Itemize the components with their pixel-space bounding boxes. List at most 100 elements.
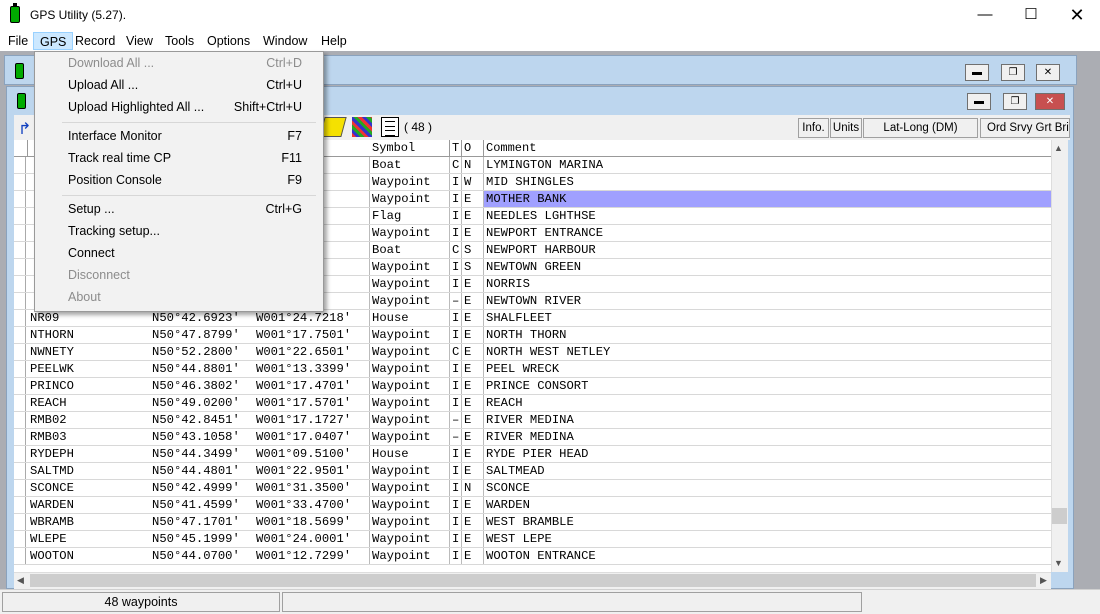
table-row[interactable]: WLEPE N50°45.1999' W001°24.0001' Waypoint I E… (14, 531, 1051, 548)
symbol-cell: House (370, 446, 450, 462)
row-checkbox[interactable] (14, 310, 26, 326)
latlong-format-button[interactable]: Lat-Long (DM) (863, 118, 978, 138)
row-checkbox[interactable] (14, 463, 26, 479)
scroll-down-icon[interactable]: ▼ (1054, 558, 1063, 568)
close-button[interactable]: ✕ (1054, 0, 1100, 30)
table-row[interactable]: PRINCO N50°46.3802' W001°17.4701' Waypoint I… (14, 378, 1051, 395)
menu-gps[interactable]: GPS (33, 32, 74, 50)
row-checkbox[interactable] (14, 157, 26, 173)
row-checkbox[interactable] (14, 548, 26, 564)
child-restore-button[interactable]: ❐ (1001, 64, 1025, 81)
o-cell: E (462, 327, 484, 343)
gps-menu-item[interactable]: Upload All ... (68, 75, 138, 95)
scroll-left-icon[interactable]: ◀ (17, 575, 24, 586)
gps-menu-item[interactable]: Connect (68, 243, 115, 263)
row-checkbox[interactable] (14, 208, 26, 224)
gps-menu-item[interactable]: Interface Monitor (68, 126, 162, 146)
o-cell: E (462, 191, 484, 207)
row-checkbox[interactable] (14, 242, 26, 258)
gps-menu-item[interactable]: Tracking setup... (68, 221, 160, 241)
table-row[interactable]: WOOTON N50°44.0700' W001°12.7299' Waypoint I… (14, 548, 1051, 565)
route-icon[interactable] (352, 117, 372, 137)
row-checkbox[interactable] (14, 480, 26, 496)
datum-button[interactable]: Ord Srvy Grt Britn (980, 118, 1070, 138)
gps-menu-item[interactable]: Position Console (68, 170, 162, 190)
menu-record[interactable]: Record (69, 32, 121, 50)
horizontal-scroll-thumb[interactable] (30, 574, 1036, 587)
row-checkbox[interactable] (14, 276, 26, 292)
table-row[interactable]: RMB03 N50°43.1058' W001°17.0407' Waypoint – E… (14, 429, 1051, 446)
vertical-scroll-thumb[interactable] (1052, 508, 1067, 524)
child-restore-button[interactable]: ❐ (1003, 93, 1027, 110)
type-cell: I (450, 378, 462, 394)
row-checkbox[interactable] (14, 327, 26, 343)
comment-cell: WEST BRAMBLE (486, 515, 574, 529)
scroll-up-icon[interactable]: ▲ (1054, 143, 1063, 153)
units-button[interactable]: Units (830, 118, 862, 138)
table-row[interactable]: SALTMD N50°44.4801' W001°22.9501' Waypoint I… (14, 463, 1051, 480)
o-cell: N (462, 157, 484, 173)
type-cell: C (450, 344, 462, 360)
info-button[interactable]: Info. (798, 118, 829, 138)
row-checkbox[interactable] (14, 174, 26, 190)
longitude-cell: W001°24.0001' (254, 531, 370, 547)
row-checkbox[interactable] (14, 412, 26, 428)
child-close-button[interactable]: ✕ (1035, 93, 1065, 110)
menu-window[interactable]: Window (257, 32, 313, 50)
menu-view[interactable]: View (120, 32, 159, 50)
menu-help[interactable]: Help (315, 32, 353, 50)
row-checkbox[interactable] (14, 225, 26, 241)
table-row[interactable]: WBRAMB N50°47.1701' W001°18.5699' Waypoint I… (14, 514, 1051, 531)
waypoint-name: SALTMD (30, 464, 74, 478)
row-checkbox[interactable] (14, 531, 26, 547)
header-o[interactable]: O (462, 140, 484, 157)
table-row[interactable]: WARDEN N50°41.4599' W001°33.4700' Waypoint I… (14, 497, 1051, 514)
header-t[interactable]: T (450, 140, 462, 157)
child-close-button[interactable]: ✕ (1036, 64, 1060, 81)
o-cell: E (462, 497, 484, 513)
row-checkbox[interactable] (14, 361, 26, 377)
table-row[interactable]: RYDEPH N50°44.3499' W001°09.5100' House I E RY… (14, 446, 1051, 463)
symbol-cell: Waypoint (370, 344, 450, 360)
row-checkbox[interactable] (14, 446, 26, 462)
row-checkbox[interactable] (14, 514, 26, 530)
arrow-icon[interactable]: ↱ (18, 119, 31, 139)
table-row[interactable]: RMB02 N50°42.8451' W001°17.1727' Waypoint – E… (14, 412, 1051, 429)
row-checkbox[interactable] (14, 191, 26, 207)
waypoint-count-status: 48 waypoints (2, 592, 280, 612)
row-checkbox[interactable] (14, 259, 26, 275)
table-row[interactable]: NR09 N50°42.6923' W001°24.7218' House I E SHAL… (14, 310, 1051, 327)
row-checkbox[interactable] (14, 429, 26, 445)
list-icon[interactable] (381, 117, 399, 137)
table-row[interactable]: NTHORN N50°47.8799' W001°17.7501' Waypoint I… (14, 327, 1051, 344)
latitude-cell: N50°47.8799' (152, 328, 240, 342)
table-row[interactable]: REACH N50°49.0200' W001°17.5701' Waypoint I E… (14, 395, 1051, 412)
child-minimize-button[interactable]: ▬ (965, 64, 989, 81)
header-symbol[interactable]: Symbol (370, 140, 450, 157)
symbol-cell: Boat (370, 242, 450, 258)
row-checkbox[interactable] (14, 378, 26, 394)
row-checkbox[interactable] (14, 395, 26, 411)
symbol-cell: Waypoint (370, 412, 450, 428)
row-checkbox[interactable] (14, 293, 26, 309)
row-checkbox[interactable] (14, 344, 26, 360)
child-minimize-button[interactable]: ▬ (967, 93, 991, 110)
row-checkbox[interactable] (14, 497, 26, 513)
table-row[interactable]: NWNETY N50°52.2800' W001°22.6501' Waypoint C… (14, 344, 1051, 361)
type-cell: C (450, 242, 462, 258)
header-checkbox-col[interactable] (14, 140, 28, 157)
table-row[interactable]: PEELWK N50°44.8801' W001°13.3399' Waypoint I… (14, 361, 1051, 378)
maximize-button[interactable]: ☐ (1008, 0, 1054, 30)
gps-menu-item[interactable]: Track real time CP (68, 148, 171, 168)
scroll-right-icon[interactable]: ▶ (1040, 575, 1047, 586)
table-row[interactable]: SCONCE N50°42.4999' W001°31.3500' Waypoint I… (14, 480, 1051, 497)
menu-file[interactable]: File (2, 32, 34, 50)
minimize-button[interactable]: — (962, 0, 1008, 30)
menu-options[interactable]: Options (201, 32, 256, 50)
header-comment[interactable]: Comment (484, 140, 1051, 157)
menu-tools[interactable]: Tools (159, 32, 200, 50)
menu-shortcut: Ctrl+U (266, 78, 302, 92)
gps-menu-item[interactable]: Setup ... (68, 199, 115, 219)
gps-menu-item[interactable]: Upload Highlighted All ... (68, 97, 204, 117)
longitude-cell: W001°22.6501' (254, 344, 370, 360)
